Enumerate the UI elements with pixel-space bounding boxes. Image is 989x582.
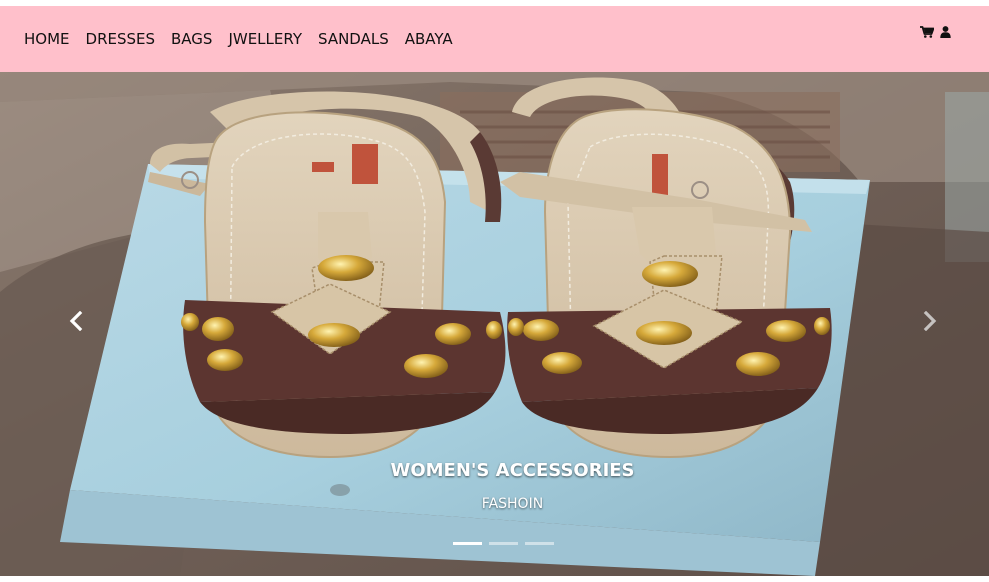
- carousel-prev-button[interactable]: [56, 306, 96, 340]
- nav-link-home[interactable]: HOME: [24, 30, 70, 48]
- chevron-left-icon: [69, 310, 83, 336]
- carousel-caption-title: WOMEN'S ACCESSORIES: [390, 460, 635, 481]
- nav-link-bags[interactable]: BAGS: [171, 30, 212, 48]
- carousel-indicator[interactable]: [453, 542, 482, 545]
- carousel-caption-subtitle: FASHOIN: [481, 496, 544, 512]
- nav-link-abaya[interactable]: ABAYA: [405, 30, 453, 48]
- nav-icons: [920, 25, 951, 43]
- nav-link-jwellery[interactable]: JWELLERY: [228, 30, 302, 48]
- nav-link-dresses[interactable]: DRESSES: [86, 30, 156, 48]
- carousel-indicator[interactable]: [525, 542, 554, 545]
- carousel-next-button[interactable]: [910, 306, 950, 340]
- chevron-right-icon: [923, 310, 937, 336]
- nav-link-sandals[interactable]: SANDALS: [318, 30, 389, 48]
- top-navbar: HOME DRESSES BAGS JWELLERY SANDALS ABAYA: [0, 6, 989, 72]
- user-icon[interactable]: [940, 25, 951, 43]
- carousel-indicators: [453, 542, 554, 545]
- nav-links: HOME DRESSES BAGS JWELLERY SANDALS ABAYA: [24, 30, 453, 48]
- carousel-indicator[interactable]: [489, 542, 518, 545]
- cart-icon[interactable]: [920, 25, 935, 43]
- hero-carousel: WOMEN'S ACCESSORIES FASHOIN: [0, 72, 989, 576]
